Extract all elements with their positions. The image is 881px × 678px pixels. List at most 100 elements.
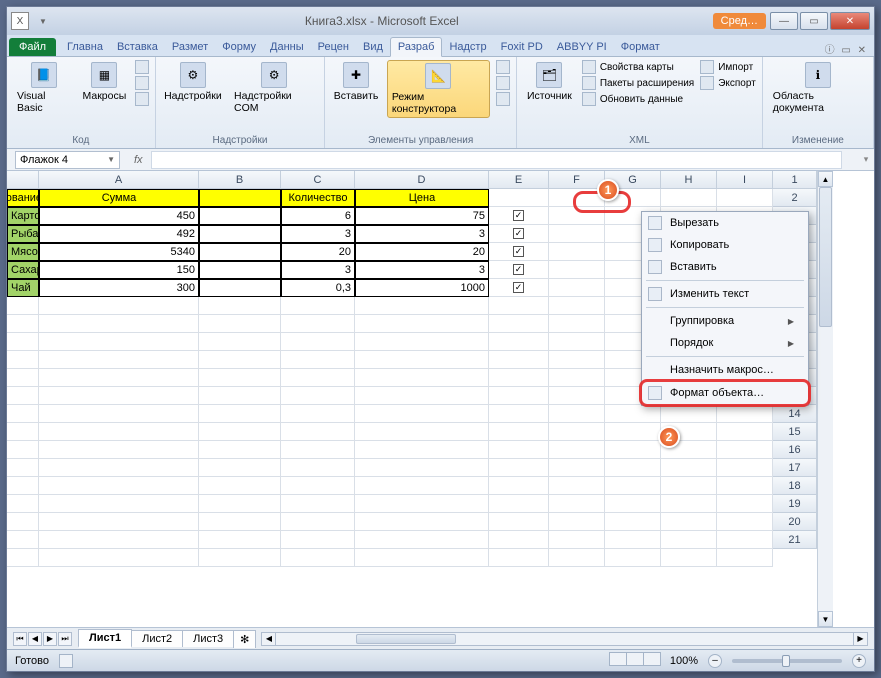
cell-qty: 6 bbox=[281, 207, 355, 225]
tab-review[interactable]: Рецен bbox=[311, 38, 356, 56]
sheet-nav-next[interactable]: ▶ bbox=[43, 632, 57, 646]
doc-panel-button[interactable]: ℹОбласть документа bbox=[769, 60, 867, 116]
close-button[interactable]: ✕ bbox=[830, 12, 870, 30]
tab-home[interactable]: Главна bbox=[60, 38, 110, 56]
col-header-A[interactable]: A bbox=[39, 171, 199, 189]
checkbox-cell[interactable]: ✓ bbox=[489, 261, 549, 279]
record-macro-icon[interactable] bbox=[135, 60, 149, 74]
col-header-B[interactable]: B bbox=[199, 171, 281, 189]
checkbox-cell[interactable]: ✓ bbox=[489, 279, 549, 297]
row-header-1[interactable]: 1 bbox=[773, 171, 817, 189]
checkbox-icon[interactable]: ✓ bbox=[513, 282, 524, 293]
ctx-copy[interactable]: Копировать bbox=[642, 234, 808, 256]
macro-record-icon[interactable] bbox=[59, 654, 73, 668]
horizontal-scrollbar[interactable]: ◀▶ bbox=[261, 632, 868, 646]
vertical-scrollbar[interactable]: ▲ ▼ bbox=[817, 171, 833, 627]
sheet-tab-1[interactable]: Лист1 bbox=[78, 629, 132, 648]
cell-name: Сахар bbox=[7, 261, 39, 279]
view-buttons[interactable] bbox=[609, 652, 660, 669]
col-header-D[interactable]: D bbox=[355, 171, 489, 189]
row-header-20[interactable]: 20 bbox=[773, 513, 817, 531]
addins-button[interactable]: ⚙Надстройки bbox=[162, 60, 224, 104]
sheet-nav-prev[interactable]: ◀ bbox=[28, 632, 42, 646]
row-header-19[interactable]: 19 bbox=[773, 495, 817, 513]
col-header-H[interactable]: H bbox=[661, 171, 717, 189]
export-icon bbox=[700, 76, 714, 90]
tab-foxit[interactable]: Foxit PD bbox=[494, 38, 550, 56]
minimize-button[interactable]: — bbox=[770, 12, 798, 30]
ctx-paste[interactable]: Вставить bbox=[642, 256, 808, 278]
ribbon-help-icons[interactable]: ⓘ ▭ ✕ bbox=[825, 41, 874, 56]
qat-down-icon[interactable]: ▼ bbox=[35, 17, 51, 26]
scroll-down-icon[interactable]: ▼ bbox=[818, 611, 833, 627]
zoom-out-button[interactable]: – bbox=[708, 654, 722, 668]
row-header-16[interactable]: 16 bbox=[773, 441, 817, 459]
tab-layout[interactable]: Размет bbox=[165, 38, 215, 56]
ctx-format-object[interactable]: Формат объекта… bbox=[639, 379, 811, 407]
formula-input[interactable] bbox=[151, 151, 842, 169]
row-header-15[interactable]: 15 bbox=[773, 423, 817, 441]
ctx-group[interactable]: Группировка▶ bbox=[642, 310, 808, 332]
cell-price: 3 bbox=[355, 261, 489, 279]
col-header-E[interactable]: E bbox=[489, 171, 549, 189]
scroll-thumb[interactable] bbox=[819, 187, 832, 327]
chevron-down-icon[interactable]: ▼ bbox=[107, 155, 115, 164]
zoom-slider[interactable] bbox=[732, 659, 842, 663]
scroll-up-icon[interactable]: ▲ bbox=[818, 171, 833, 187]
checkbox-icon[interactable]: ✓ bbox=[513, 228, 524, 239]
macro-security-icon[interactable] bbox=[135, 92, 149, 106]
ctx-edit-text[interactable]: Изменить текст bbox=[642, 283, 808, 305]
checkbox-cell[interactable]: ✓ bbox=[489, 207, 549, 225]
row-header-18[interactable]: 18 bbox=[773, 477, 817, 495]
tab-addins[interactable]: Надстр bbox=[442, 38, 493, 56]
checkbox-icon[interactable]: ✓ bbox=[513, 246, 524, 257]
name-box[interactable]: Флажок 4▼ bbox=[15, 151, 120, 169]
insert-control-button[interactable]: ✚Вставить bbox=[331, 60, 381, 104]
row-header-2[interactable]: 2 bbox=[773, 189, 817, 207]
visual-basic-button[interactable]: 📘Visual Basic bbox=[13, 60, 74, 116]
view-code-icon[interactable] bbox=[496, 76, 510, 90]
tab-formulas[interactable]: Форму bbox=[215, 38, 263, 56]
checkbox-cell[interactable]: ✓ bbox=[489, 243, 549, 261]
tab-format[interactable]: Формат bbox=[614, 38, 667, 56]
checkbox-icon[interactable]: ✓ bbox=[513, 264, 524, 275]
xml-source-button[interactable]: 🗂Источник bbox=[523, 60, 576, 104]
tab-file[interactable]: Файл bbox=[9, 38, 56, 56]
use-relative-icon[interactable] bbox=[135, 76, 149, 90]
ctx-cut[interactable]: Вырезать bbox=[642, 212, 808, 234]
run-dialog-icon[interactable] bbox=[496, 92, 510, 106]
row-header-17[interactable]: 17 bbox=[773, 459, 817, 477]
col-header-C[interactable]: C bbox=[281, 171, 355, 189]
sheet-nav-first[interactable]: ⏮ bbox=[13, 632, 27, 646]
tab-abbyy[interactable]: ABBYY PI bbox=[550, 38, 614, 56]
select-all-button[interactable] bbox=[7, 171, 39, 189]
col-header-I[interactable]: I bbox=[717, 171, 773, 189]
maximize-button[interactable]: ▭ bbox=[800, 12, 828, 30]
sheet-tab-2[interactable]: Лист2 bbox=[131, 630, 183, 647]
fx-icon[interactable]: fx bbox=[130, 154, 147, 166]
ctx-order[interactable]: Порядок▶ bbox=[642, 332, 808, 354]
tab-insert[interactable]: Вставка bbox=[110, 38, 165, 56]
sheet-tab-3[interactable]: Лист3 bbox=[182, 630, 234, 647]
design-mode-button[interactable]: 📐Режим конструктора bbox=[387, 60, 490, 118]
com-addins-button[interactable]: ⚙Надстройки COM bbox=[230, 60, 318, 116]
zoom-level[interactable]: 100% bbox=[670, 655, 698, 667]
row-header-21[interactable]: 21 bbox=[773, 531, 817, 549]
row-header-14[interactable]: 14 bbox=[773, 405, 817, 423]
zoom-in-button[interactable]: + bbox=[852, 654, 866, 668]
expand-fbar-icon[interactable]: ▾ bbox=[860, 154, 874, 165]
properties-icon[interactable] bbox=[496, 60, 510, 74]
macros-button[interactable]: ▦Макросы bbox=[80, 60, 129, 104]
header-sum: Сумма bbox=[39, 189, 199, 207]
sheet-tab-new[interactable]: ✻ bbox=[233, 630, 256, 648]
checkbox-icon[interactable]: ✓ bbox=[513, 210, 524, 221]
tab-developer[interactable]: Разраб bbox=[390, 37, 443, 57]
tab-data[interactable]: Данны bbox=[263, 38, 311, 56]
packs-icon bbox=[582, 76, 596, 90]
header-qty: Количество bbox=[281, 189, 355, 207]
copy-icon bbox=[648, 238, 662, 252]
ctx-assign-macro[interactable]: Назначить макрос… bbox=[642, 359, 808, 381]
tab-view[interactable]: Вид bbox=[356, 38, 390, 56]
sheet-nav-last[interactable]: ⏭ bbox=[58, 632, 72, 646]
checkbox-cell[interactable]: ✓ bbox=[489, 225, 549, 243]
